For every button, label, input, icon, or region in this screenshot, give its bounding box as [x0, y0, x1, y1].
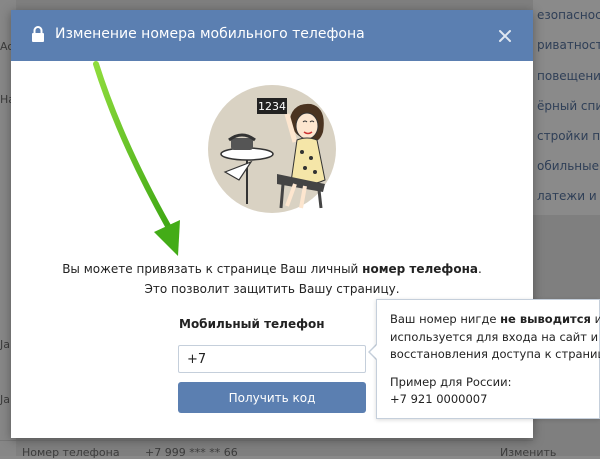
tooltip-text: Ваш номер нигде — [390, 312, 501, 326]
menu-item-privacy[interactable]: риватность — [537, 38, 600, 52]
close-icon[interactable] — [493, 24, 517, 48]
modal-header: Изменение номера мобильного телефона — [11, 10, 533, 61]
menu-item-blacklist[interactable]: ёрный спис — [537, 99, 600, 113]
menu-item-app-settings[interactable]: стройки пр — [537, 129, 600, 143]
tooltip-text-bold: не выводится — [500, 312, 591, 326]
menu-item-notifications[interactable]: повещения — [537, 69, 600, 83]
tooltip-arrow-inner — [370, 345, 377, 359]
phone-input[interactable] — [178, 345, 366, 373]
tooltip-text: и — [594, 312, 600, 326]
menu-item-security[interactable]: езопасност — [537, 8, 600, 22]
info-text-bold: номер телефона — [362, 262, 478, 276]
phone-hint-tooltip: Ваш номер нигде не выводится и используе… — [376, 299, 600, 419]
background-text: Ja — [0, 338, 10, 351]
background-text: Ja — [0, 393, 10, 406]
menu-item-mobile-services[interactable]: обильные с — [537, 159, 600, 173]
background-divider — [0, 440, 533, 441]
info-text-part: . — [477, 262, 482, 276]
info-text-part: Вы можете привязать к странице Ваш личны… — [62, 262, 363, 276]
phone-field-label: Мобильный телефон — [179, 317, 325, 331]
woman-with-phone-illustration: 1234 — [208, 85, 336, 213]
illustration-sign-text: 1234 — [258, 100, 286, 113]
modal-title: Изменение номера мобильного телефона — [55, 26, 365, 42]
tooltip-line3: восстановления доступа к странице. — [390, 347, 600, 361]
info-text-line1: Вы можете привязать к странице Ваш личны… — [11, 262, 533, 276]
get-code-button[interactable]: Получить код — [178, 382, 366, 413]
tooltip-line2: используется для входа на сайт и — [390, 330, 599, 344]
background-phone-value: +7 999 *** ** 66 — [145, 446, 238, 459]
tooltip-line5: +7 921 0000007 — [390, 392, 488, 406]
background-settings-menu: езопасност риватность повещения ёрный сп… — [533, 0, 600, 215]
tooltip-line4: Пример для России: — [390, 375, 512, 389]
tooltip-line1: Ваш номер нигде не выводится и — [390, 312, 600, 326]
info-text-line2: Это позволит защитить Вашу страницу. — [144, 282, 400, 296]
lock-icon — [32, 26, 44, 42]
menu-item-payments[interactable]: латежи и пе — [537, 189, 600, 203]
background-phone-label: Номер телефона — [22, 446, 120, 459]
background-change-link[interactable]: Изменить — [500, 446, 556, 459]
